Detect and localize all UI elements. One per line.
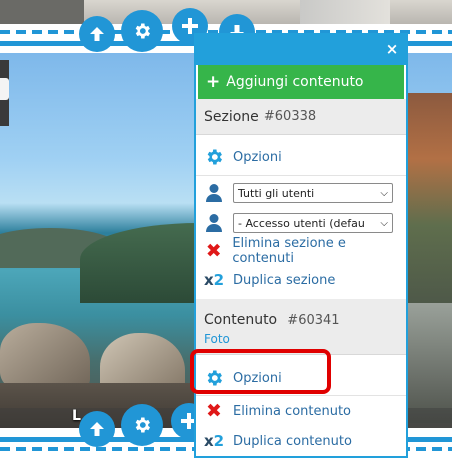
duplicate-content-item[interactable]: x2 Duplica contenuto	[196, 428, 406, 454]
content-title: Contenuto	[204, 312, 278, 328]
duplicate-section-label: Duplica sezione	[233, 272, 336, 288]
section-options-label: Opzioni	[233, 149, 282, 165]
delete-icon: ✖	[206, 400, 222, 422]
delete-content-label: Elimina contenuto	[233, 403, 352, 419]
user-icon	[203, 212, 225, 234]
audience-select[interactable]: Tutti gli utenti ⌵	[233, 183, 393, 203]
delete-content-item[interactable]: ✖ Elimina contenuto	[196, 399, 406, 423]
section-settings-button[interactable]	[121, 10, 163, 52]
close-icon[interactable]: ×	[384, 40, 400, 58]
audience-select-value: Tutti gli utenti	[238, 186, 315, 200]
panel-header	[196, 35, 406, 65]
content-header: Contenuto #60341	[196, 299, 406, 355]
delete-section-item[interactable]: ✖ Elimina sezione e contenuti	[196, 236, 406, 266]
duplicate-icon: x2	[203, 271, 225, 289]
content-settings-button[interactable]	[121, 404, 163, 446]
add-content-label: Aggiungi contenuto	[226, 74, 364, 90]
section-audience-row: Tutti gli utenti ⌵	[196, 180, 406, 206]
plus-icon: +	[206, 72, 221, 92]
section-options-panel: × + Aggiungi contenuto Sezione #60338 Op…	[194, 33, 408, 458]
divider	[196, 175, 406, 176]
content-id: #60341	[287, 313, 340, 328]
delete-section-label: Elimina sezione e contenuti	[232, 236, 346, 266]
duplicate-content-label: Duplica contenuto	[233, 433, 352, 449]
section-options-item[interactable]: Opzioni	[196, 144, 406, 170]
gear-icon	[135, 23, 150, 39]
arrow-up-icon	[90, 422, 104, 436]
chevron-down-icon: ⌵	[380, 217, 388, 229]
divider	[196, 395, 406, 396]
duplicate-section-item[interactable]: x2 Duplica sezione	[196, 267, 406, 293]
gear-icon	[203, 146, 225, 168]
content-type-link[interactable]: Foto	[204, 332, 230, 346]
access-select[interactable]: - Accesso utenti (defau ⌵	[233, 213, 393, 233]
highlight-box	[190, 349, 331, 394]
delete-icon: ✖	[205, 240, 222, 262]
user-icon	[203, 182, 225, 204]
chevron-down-icon: ⌵	[380, 187, 388, 199]
section-access-row: - Accesso utenti (defau ⌵	[196, 210, 406, 236]
access-select-value: - Accesso utenti (defau	[238, 216, 365, 230]
section-header: Sezione #60338	[196, 99, 406, 135]
side-tab-handle[interactable]	[0, 78, 9, 100]
content-move-up-button[interactable]	[79, 411, 115, 447]
gear-icon	[135, 417, 150, 433]
duplicate-icon: x2	[203, 432, 225, 450]
section-id: #60338	[263, 109, 317, 124]
section-title: Sezione	[204, 108, 259, 125]
arrow-up-icon	[90, 27, 104, 41]
move-up-button[interactable]	[79, 16, 115, 52]
add-content-menu-button[interactable]: + Aggiungi contenuto	[198, 65, 404, 99]
